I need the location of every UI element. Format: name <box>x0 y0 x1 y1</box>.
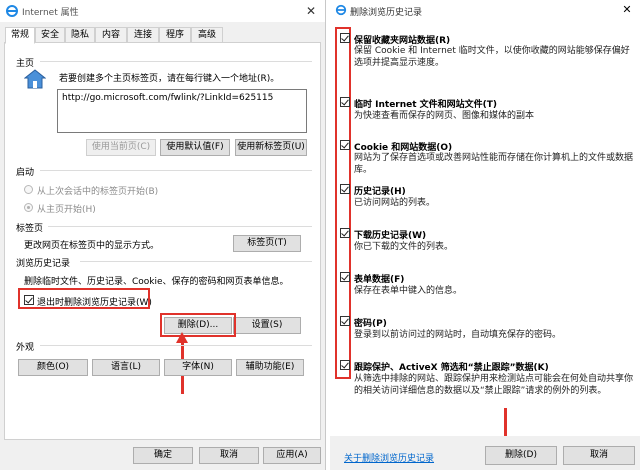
item-title: 表单数据(F) <box>354 275 405 285</box>
home-section-label: 主页 <box>16 59 35 69</box>
home-url-textarea[interactable]: http://go.microsoft.com/fwlink/?LinkId=6… <box>57 89 307 133</box>
form-data-checkbox[interactable] <box>340 272 350 282</box>
apply-button[interactable]: 应用(A) <box>263 447 321 464</box>
annotation-highlight-box <box>18 288 150 309</box>
house-icon <box>24 69 46 89</box>
window-title: Internet 属性 <box>22 8 79 18</box>
passwords-checkbox[interactable] <box>340 316 350 326</box>
cookies-checkbox[interactable] <box>340 140 350 150</box>
item-description: 登录到以前访问过的网站时，自动填充保存的密码。 <box>354 330 562 340</box>
item-title: 跟踪保护、ActiveX 筛选和“禁止跟踪”数据(K) <box>354 363 549 373</box>
annotation-highlight-box <box>160 313 236 337</box>
item-description: 从筛选中排除的网站、跟踪保护用来检测站点可能会在何处自动共享你的相关访问详细信息… <box>354 374 634 396</box>
divider <box>40 170 312 171</box>
temp-files-checkbox[interactable] <box>340 97 350 107</box>
history-section-label: 浏览历史记录 <box>16 259 71 269</box>
use-default-button[interactable]: 使用默认值(F) <box>160 139 230 156</box>
startup-section-label: 启动 <box>16 168 35 178</box>
cancel-button[interactable]: 取消 <box>199 447 259 464</box>
use-current-button[interactable]: 使用当前页(C) <box>86 139 156 156</box>
divider <box>48 226 312 227</box>
colors-button[interactable]: 颜色(O) <box>18 359 88 376</box>
radio-start-home[interactable] <box>24 203 33 212</box>
item-description: 已访问网站的列表。 <box>354 198 436 208</box>
tab-general[interactable]: 常规 <box>5 27 35 44</box>
dialog-title: 删除浏览历史记录 <box>350 8 423 18</box>
divider <box>40 345 312 346</box>
languages-button[interactable]: 语言(L) <box>92 359 160 376</box>
internet-explorer-icon <box>6 5 18 17</box>
tabs-settings-button[interactable]: 标签页(T) <box>233 235 301 252</box>
close-icon[interactable]: ✕ <box>616 0 638 20</box>
annotation-arrow-shaft <box>504 408 507 438</box>
item-description: 保存在表单中键入的信息。 <box>354 286 463 296</box>
cancel-button[interactable]: 取消 <box>563 446 635 465</box>
history-description: 删除临时文件、历史记录、Cookie、保存的密码和网页表单信息。 <box>24 277 289 287</box>
tab-content[interactable]: 内容 <box>95 27 127 43</box>
divider <box>40 61 312 62</box>
tracking-protection-checkbox[interactable] <box>340 360 350 370</box>
tabs-section-label: 标签页 <box>16 224 44 234</box>
close-icon[interactable]: ✕ <box>297 0 325 22</box>
internet-options-window: Internet 属性 ✕ 常规 安全 隐私 内容 连接 程序 高级 主页 若要… <box>0 0 326 470</box>
radio-last-session[interactable] <box>24 185 33 194</box>
item-description: 为快速查看而保存的网页、图像和媒体的副本 <box>354 111 535 121</box>
delete-button[interactable]: 删除(D) <box>485 446 557 465</box>
item-title: 临时 Internet 文件和网站文件(T) <box>354 100 498 110</box>
accessibility-button[interactable]: 辅助功能(E) <box>236 359 304 376</box>
about-delete-history-link[interactable]: 关于删除浏览历史记录 <box>344 451 434 464</box>
item-description: 保留 Cookie 和 Internet 临时文件，以使你收藏的网站能够保存偏好… <box>354 46 630 68</box>
use-new-tab-button[interactable]: 使用新标签页(U) <box>235 139 307 156</box>
tab-security[interactable]: 安全 <box>35 27 65 43</box>
history-checkbox[interactable] <box>340 184 350 194</box>
tab-advanced[interactable]: 高级 <box>191 27 223 43</box>
item-title: 下载历史记录(W) <box>354 231 427 241</box>
download-history-checkbox[interactable] <box>340 228 350 238</box>
item-title: 密码(P) <box>354 319 387 329</box>
radio-last-session-label: 从上次会话中的标签页开始(B) <box>37 187 159 197</box>
item-title: 历史记录(H) <box>354 187 406 197</box>
tab-programs[interactable]: 程序 <box>159 27 191 43</box>
radio-start-home-label: 从主页开始(H) <box>37 205 96 215</box>
delete-history-dialog: 删除浏览历史记录 ✕ 保留收藏夹网站数据(R) 保留 Cookie 和 Inte… <box>330 0 640 470</box>
item-description: 网站为了保存首选项或改善网站性能而存储在你计算机上的文件或数据库。 <box>354 153 634 175</box>
tab-connections[interactable]: 连接 <box>127 27 159 43</box>
tabs-description: 更改网页在标签页中的显示方式。 <box>24 241 160 251</box>
appearance-section-label: 外观 <box>16 343 35 353</box>
tab-privacy[interactable]: 隐私 <box>65 27 95 43</box>
history-settings-button[interactable]: 设置(S) <box>233 317 301 334</box>
annotation-highlight-box <box>335 27 351 379</box>
internet-explorer-icon <box>335 4 347 16</box>
keep-favorites-checkbox[interactable] <box>340 33 350 43</box>
title-bar: Internet 属性 ✕ <box>0 0 325 22</box>
divider <box>80 261 312 262</box>
home-description: 若要创建多个主页标签页，请在每行键入一个地址(R)。 <box>59 74 280 84</box>
item-description: 你已下载的文件的列表。 <box>354 242 454 252</box>
fonts-button[interactable]: 字体(N) <box>164 359 232 376</box>
ok-button[interactable]: 确定 <box>133 447 193 464</box>
